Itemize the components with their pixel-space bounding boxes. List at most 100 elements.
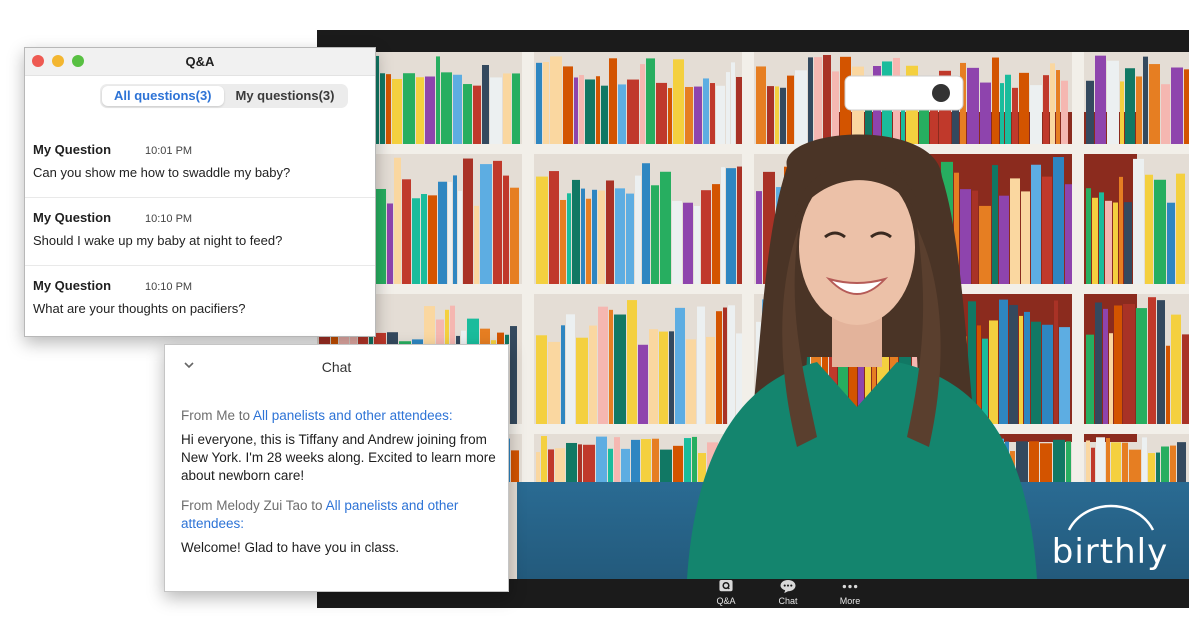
book-spine xyxy=(1124,202,1132,284)
book-spine xyxy=(490,77,502,144)
book-spine xyxy=(1182,334,1189,424)
book-spine xyxy=(1066,441,1071,482)
book-spine xyxy=(627,79,639,144)
question-list: My Question 10:01 PM Can you show me how… xyxy=(25,130,375,334)
book-spine xyxy=(1171,67,1183,144)
book-spine xyxy=(392,78,402,144)
book-spine xyxy=(1142,437,1147,482)
book-spine xyxy=(641,439,651,482)
book-spine xyxy=(503,73,511,144)
book-spine xyxy=(585,79,595,144)
book-spine xyxy=(412,198,420,284)
book-spine xyxy=(1065,184,1072,284)
book-spine xyxy=(436,56,440,144)
message-text: Hi everyone, this is Tiffany and Andrew … xyxy=(181,432,496,483)
book-spine xyxy=(380,73,385,144)
book-spine xyxy=(448,181,452,284)
question-item[interactable]: My Question 10:10 PM Should I wake up my… xyxy=(25,198,375,266)
book-spine xyxy=(1109,333,1113,424)
message-recipient-link[interactable]: All panelists and other attendees: xyxy=(253,408,453,423)
book-spine xyxy=(550,56,562,144)
book-spine xyxy=(583,444,595,482)
qa-titlebar: Q&A xyxy=(25,48,375,76)
book-spine xyxy=(536,452,540,482)
book-spine xyxy=(579,75,584,144)
book-spine xyxy=(463,84,472,144)
question-item[interactable]: My Question 10:10 PM What are your thoug… xyxy=(25,266,375,334)
qa-window: Q&A All questions(3) My questions(3) My … xyxy=(24,47,376,337)
book-spine xyxy=(566,442,577,482)
chat-button-label: Chat xyxy=(778,596,798,606)
book-spine xyxy=(614,437,620,482)
book-spine xyxy=(1149,64,1160,144)
book-spine xyxy=(503,175,509,284)
presenter xyxy=(687,134,1037,579)
book-spine xyxy=(425,76,435,144)
book-spine xyxy=(1136,308,1147,424)
book-spine xyxy=(555,448,565,482)
book-spine xyxy=(635,175,641,284)
book-spine xyxy=(615,188,625,284)
book-spine xyxy=(458,190,462,284)
book-spine xyxy=(543,61,549,144)
book-spine xyxy=(473,85,481,144)
book-spine xyxy=(567,193,571,284)
book-spine xyxy=(1120,81,1124,144)
more-button[interactable]: More xyxy=(834,579,866,608)
book-spine xyxy=(1161,84,1170,144)
book-spine xyxy=(1056,70,1060,144)
more-icon xyxy=(842,584,858,589)
book-spine xyxy=(646,58,655,144)
book-spine xyxy=(1053,157,1064,284)
book-spine xyxy=(453,74,462,144)
question-author: My Question xyxy=(33,142,112,157)
chat-window: Chat From Me to All panelists and other … xyxy=(164,344,509,592)
book-spine xyxy=(510,326,517,424)
book-spine xyxy=(596,436,607,482)
tab-my-questions[interactable]: My questions(3) xyxy=(224,86,347,106)
message-meta: From Me to All panelists and other atten… xyxy=(181,407,499,425)
book-spine xyxy=(402,179,411,284)
book-spine xyxy=(576,337,588,424)
chat-button[interactable]: Chat xyxy=(772,579,804,608)
book-spine xyxy=(651,185,659,284)
book-spine xyxy=(626,193,634,284)
book-spine xyxy=(1177,442,1186,482)
question-item[interactable]: My Question 10:01 PM Can you show me how… xyxy=(25,130,375,198)
book-spine xyxy=(563,66,573,144)
book-spine xyxy=(536,176,548,284)
book-spine xyxy=(536,62,542,144)
book-spine xyxy=(1125,68,1135,144)
book-spine xyxy=(1129,449,1141,482)
qa-window-title: Q&A xyxy=(185,54,215,69)
book-spine xyxy=(512,73,520,144)
tab-all-questions[interactable]: All questions(3) xyxy=(102,86,224,106)
book-spine xyxy=(609,309,613,424)
book-spine xyxy=(596,76,600,144)
book-spine xyxy=(548,341,560,424)
book-spine xyxy=(510,187,519,284)
book-spine xyxy=(474,205,479,284)
book-spine xyxy=(1176,173,1185,284)
book-spine xyxy=(1111,442,1121,482)
chat-message: From Melody Zui Tao to All panelists and… xyxy=(181,497,499,557)
book-spine xyxy=(1123,303,1135,424)
book-spine xyxy=(428,195,437,284)
book-spine xyxy=(561,325,565,424)
book-spine xyxy=(511,450,519,482)
book-spine xyxy=(1095,302,1102,424)
book-spine xyxy=(1099,192,1104,284)
book-spine xyxy=(614,314,626,424)
qa-button[interactable]: Q&A xyxy=(710,579,742,608)
chat-message: From Me to All panelists and other atten… xyxy=(181,407,499,485)
chat-title: Chat xyxy=(321,359,352,375)
question-time: 10:01 PM xyxy=(145,145,193,157)
birthly-logo: birthly xyxy=(1045,502,1175,579)
book-spine xyxy=(592,189,597,284)
book-spine xyxy=(1086,188,1091,284)
book-spine xyxy=(578,444,582,482)
book-spine xyxy=(1095,55,1106,144)
book-spine xyxy=(549,171,559,284)
message-sender: From Me to xyxy=(181,408,254,423)
book-spine xyxy=(548,449,554,482)
